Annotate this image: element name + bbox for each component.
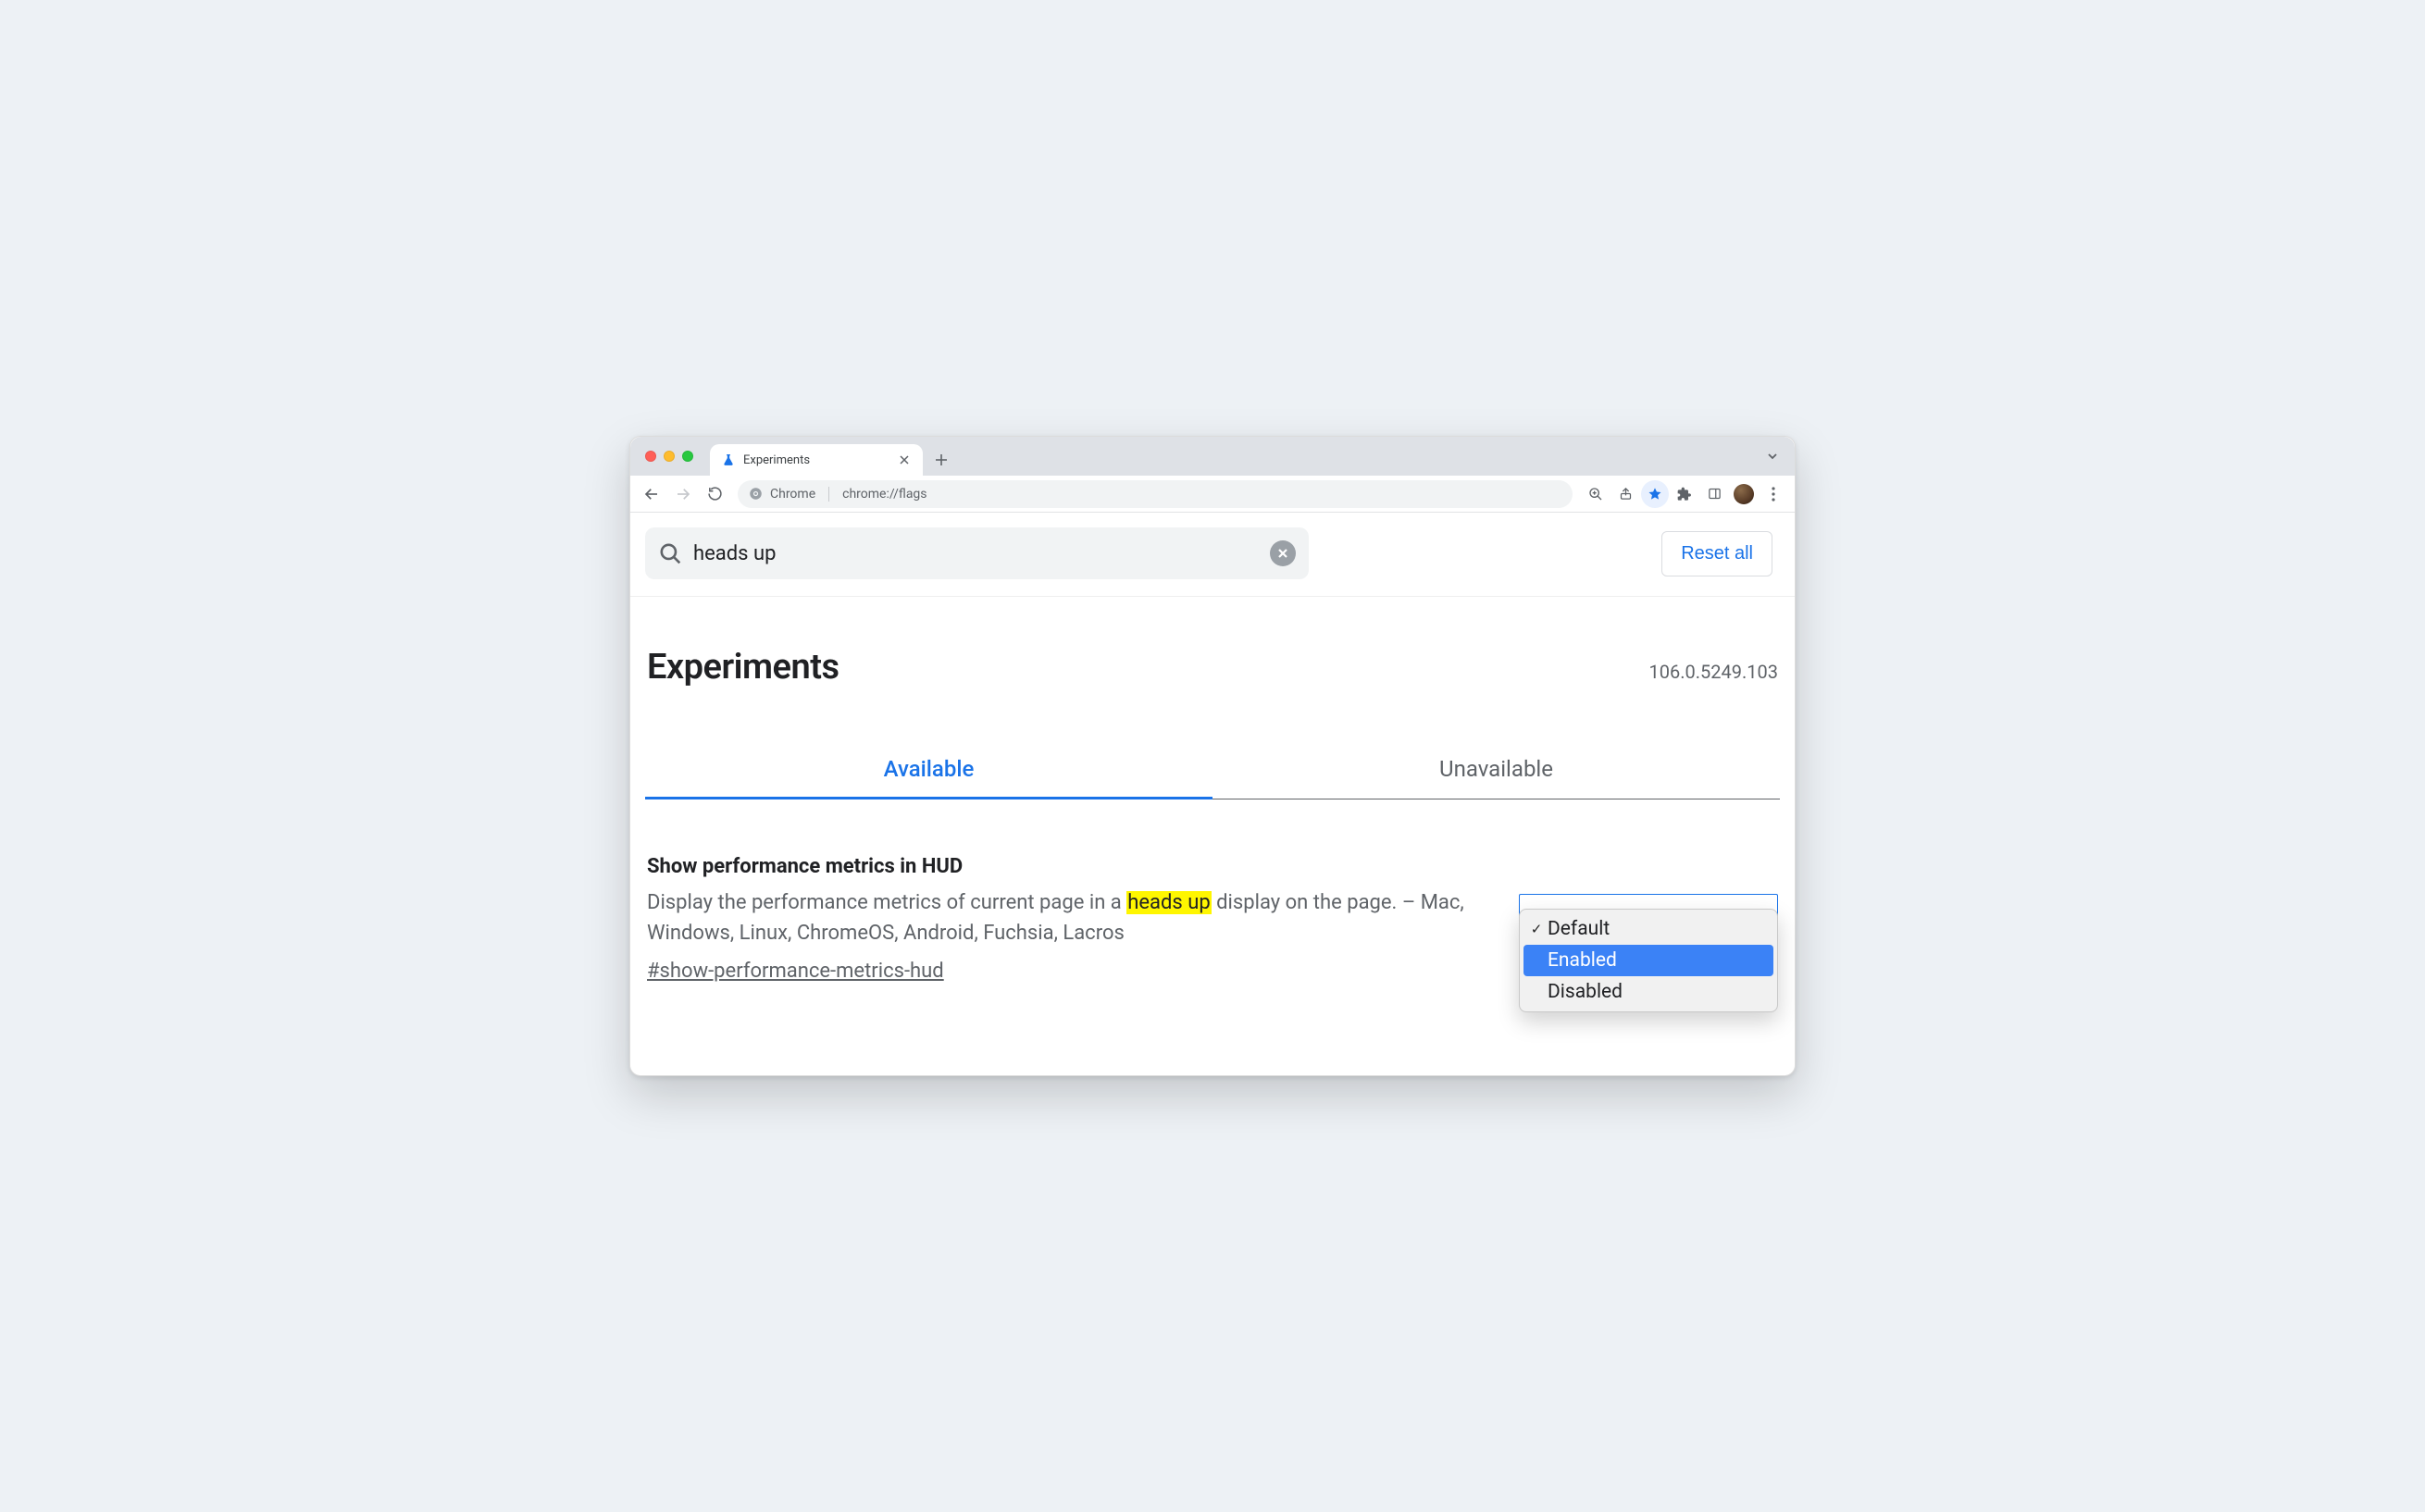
search-highlight: heads up <box>1126 891 1211 914</box>
page-content: Reset all Experiments 106.0.5249.103 Ava… <box>630 513 1795 1075</box>
omnibox-security-label: Chrome <box>770 487 815 502</box>
share-icon[interactable] <box>1611 480 1639 508</box>
profile-avatar[interactable] <box>1734 484 1754 504</box>
reload-button[interactable] <box>701 480 728 508</box>
page-title: Experiments <box>647 647 839 688</box>
new-tab-button[interactable] <box>928 447 954 473</box>
reset-all-button[interactable]: Reset all <box>1661 531 1772 576</box>
flag-select-dropdown: ✓ Default Enabled Disabled <box>1519 909 1778 1012</box>
browser-toolbar: Chrome chrome://flags <box>630 476 1795 513</box>
window-minimize-button[interactable] <box>664 451 675 462</box>
omnibox-divider <box>828 487 829 502</box>
chrome-version: 106.0.5249.103 <box>1649 661 1778 683</box>
flags-search-box[interactable] <box>645 527 1309 579</box>
forward-button[interactable] <box>669 480 697 508</box>
flag-title: Show performance metrics in HUD <box>647 855 1473 878</box>
flag-control: ✓ Default Enabled Disabled <box>1510 855 1778 983</box>
toolbar-right-cluster <box>1582 480 1787 508</box>
flag-description: Display the performance metrics of curre… <box>647 887 1473 948</box>
window-zoom-button[interactable] <box>682 451 693 462</box>
tab-strip: Experiments <box>630 437 1795 476</box>
back-button[interactable] <box>638 480 665 508</box>
option-enabled[interactable]: Enabled <box>1523 945 1773 976</box>
window-close-button[interactable] <box>645 451 656 462</box>
address-bar[interactable]: Chrome chrome://flags <box>738 480 1573 508</box>
kebab-menu-icon[interactable] <box>1760 480 1787 508</box>
flags-search-input[interactable] <box>693 542 1259 565</box>
tabs: Available Unavailable <box>645 743 1780 799</box>
browser-tab[interactable]: Experiments <box>710 444 923 476</box>
extensions-icon[interactable] <box>1671 480 1698 508</box>
chrome-security-icon <box>749 487 763 501</box>
tab-overflow-button[interactable] <box>1761 445 1784 467</box>
heading-row: Experiments 106.0.5249.103 <box>645 619 1780 715</box>
close-tab-icon[interactable] <box>897 452 912 467</box>
side-panel-icon[interactable] <box>1700 480 1728 508</box>
option-default[interactable]: ✓ Default <box>1523 913 1773 945</box>
search-row: Reset all <box>630 513 1795 597</box>
window-controls <box>638 437 710 476</box>
flask-icon <box>721 452 736 467</box>
browser-window: Experiments <box>629 436 1796 1076</box>
tab-title: Experiments <box>743 453 889 467</box>
option-disabled[interactable]: Disabled <box>1523 976 1773 1008</box>
zoom-icon[interactable] <box>1582 480 1610 508</box>
check-icon: ✓ <box>1529 921 1544 937</box>
tab-available[interactable]: Available <box>645 743 1212 799</box>
bookmark-star-icon[interactable] <box>1641 480 1669 508</box>
search-icon <box>658 541 682 565</box>
flag-anchor-link[interactable]: #show-performance-metrics-hud <box>647 960 944 983</box>
omnibox-url: chrome://flags <box>842 487 926 502</box>
clear-search-icon[interactable] <box>1270 540 1296 566</box>
tab-unavailable[interactable]: Unavailable <box>1212 743 1780 799</box>
flag-item: Show performance metrics in HUD Display … <box>645 799 1780 983</box>
